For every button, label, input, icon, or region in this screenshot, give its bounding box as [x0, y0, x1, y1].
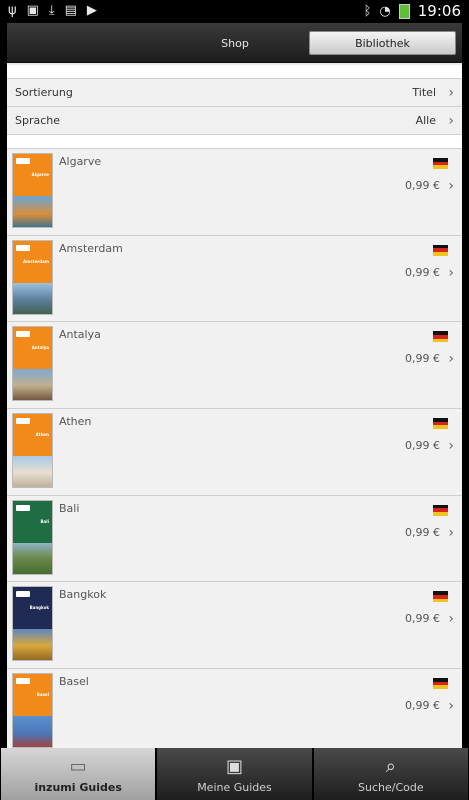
german-flag-icon — [433, 504, 448, 516]
image-icon: ▣ — [26, 3, 39, 18]
tab-library[interactable]: Bibliothek — [309, 31, 456, 55]
guide-cover: Algarve — [12, 153, 53, 228]
sort-value: Titel — [412, 86, 436, 99]
guide-title: Athen — [59, 415, 92, 429]
guide-item-bangkok[interactable]: Bangkok Bangkok 0,99 € › — [7, 582, 462, 670]
chevron-right-icon: › — [448, 178, 454, 194]
bag-icon: ▤ — [64, 3, 77, 18]
tab-label: inzumi Guides — [34, 781, 122, 794]
guide-title: Basel — [59, 675, 89, 689]
guide-price: 0,99 € — [405, 525, 440, 539]
german-flag-icon — [433, 678, 448, 690]
tab-inzumi-guides[interactable]: ▭ inzumi Guides — [1, 748, 156, 800]
chevron-right-icon: › — [448, 524, 454, 541]
tab-shop[interactable]: Shop — [167, 31, 303, 55]
tab-meine-guides[interactable]: ▣ Meine Guides — [157, 748, 312, 800]
chevron-right-icon: › — [448, 438, 454, 455]
usb-icon: ψ — [8, 3, 17, 18]
guide-cover: Bali — [12, 499, 53, 575]
guide-price: 0,99 € — [405, 699, 440, 713]
bookmark-icon: ▣ — [225, 756, 243, 777]
download-icon: ⤓ — [48, 3, 55, 18]
guide-price: 0,99 € — [405, 265, 440, 279]
cover-city-label: Basel — [36, 692, 49, 698]
tab-suche-code[interactable]: ⌕ Suche/Code — [313, 748, 468, 800]
wifi-icon: ◔ — [379, 3, 391, 19]
guide-title: Algarve — [59, 155, 102, 168]
guide-title: Bali — [59, 501, 80, 515]
top-bar: Shop Bibliothek — [7, 23, 462, 63]
battery-icon — [398, 3, 410, 19]
tab-label: Meine Guides — [197, 781, 272, 794]
status-right-icons: ᛒ ◔ 19:06 — [364, 2, 461, 20]
guide-price: 0,99 € — [405, 439, 440, 453]
guide-title: Bangkok — [59, 588, 107, 602]
guide-title: Amsterdam — [59, 241, 123, 255]
german-flag-icon — [433, 244, 448, 256]
chevron-right-icon: › — [448, 351, 454, 368]
guide-cover: Basel — [12, 673, 53, 748]
guide-item-amsterdam[interactable]: Amsterdam Amsterdam 0,99 € › — [7, 235, 462, 323]
german-flag-icon — [433, 331, 448, 343]
bluetooth-icon: ᛒ — [363, 3, 372, 19]
chevron-right-icon: › — [448, 84, 454, 101]
cover-city-label: Bali — [40, 518, 50, 524]
guide-price: 0,99 € — [405, 352, 440, 366]
guide-item-athen[interactable]: Athen Athen 0,99 € › — [7, 409, 462, 496]
guide-list: Algarve Algarve 0,99 € › Amsterdam Amste… — [7, 149, 462, 748]
language-value: Alle — [415, 114, 436, 127]
chevron-right-icon: › — [448, 611, 454, 628]
guide-cover: Antalya — [12, 326, 53, 402]
status-bar: ψ ▣ ⤓ ▤ ▶ ᛒ ◔ 19:06 — [0, 0, 469, 23]
german-flag-icon — [433, 418, 448, 430]
status-left-icons: ψ ▣ ⤓ ▤ ▶ — [8, 3, 97, 19]
search-icon: ⌕ — [385, 756, 396, 777]
guide-price: 0,99 € — [405, 179, 440, 192]
guide-item-bali[interactable]: Bali Bali 0,99 € › — [7, 495, 462, 583]
chevron-right-icon: › — [448, 698, 454, 715]
app-window: Shop Bibliothek Sortierung Titel › Sprac… — [7, 23, 462, 748]
language-row[interactable]: Sprache Alle › — [7, 107, 462, 135]
cover-city-label: Athen — [35, 432, 49, 438]
separator — [7, 65, 462, 79]
guide-item-antalya[interactable]: Antalya Antalya 0,99 € › — [7, 322, 462, 410]
book-icon: ▭ — [69, 756, 87, 777]
guide-item-basel[interactable]: Basel Basel 0,99 € › — [7, 669, 462, 748]
guide-cover: Bangkok — [12, 586, 53, 662]
bag-play-icon: ▶ — [86, 3, 97, 18]
guide-cover: Amsterdam — [12, 239, 53, 315]
german-flag-icon — [433, 158, 448, 170]
cover-city-label: Bangkok — [29, 605, 49, 611]
chevron-right-icon: › — [448, 112, 454, 129]
separator — [7, 135, 462, 149]
guide-cover: Athen — [12, 413, 53, 489]
cover-city-label: Algarve — [31, 172, 49, 177]
bottom-nav: ▭ inzumi Guides ▣ Meine Guides ⌕ Suche/C… — [0, 748, 469, 800]
clock: 19:06 — [417, 2, 461, 20]
german-flag-icon — [433, 591, 448, 603]
sort-row[interactable]: Sortierung Titel › — [7, 79, 462, 107]
sort-label: Sortierung — [15, 86, 73, 99]
guide-title: Antalya — [59, 328, 101, 342]
guide-item-algarve[interactable]: Algarve Algarve 0,99 € › — [7, 149, 462, 236]
cover-city-label: Amsterdam — [23, 258, 49, 264]
tab-label: Suche/Code — [358, 781, 424, 794]
language-label: Sprache — [15, 114, 61, 127]
cover-city-label: Antalya — [31, 345, 49, 351]
guide-price: 0,99 € — [405, 612, 440, 626]
chevron-right-icon: › — [448, 264, 454, 281]
